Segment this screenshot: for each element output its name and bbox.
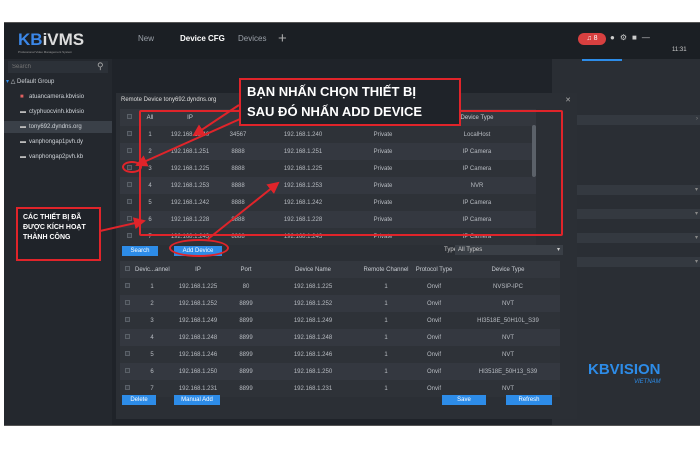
app-window: KBiVMS Professional Video Management Sys… [4,22,700,426]
page: KBiVMS Professional Video Management Sys… [0,0,700,450]
arrow-to-checkbox [135,118,241,167]
annotation-arrows [99,104,280,240]
arrow-to-activated-devices [99,217,146,232]
arrow-from-add-device [207,181,280,240]
